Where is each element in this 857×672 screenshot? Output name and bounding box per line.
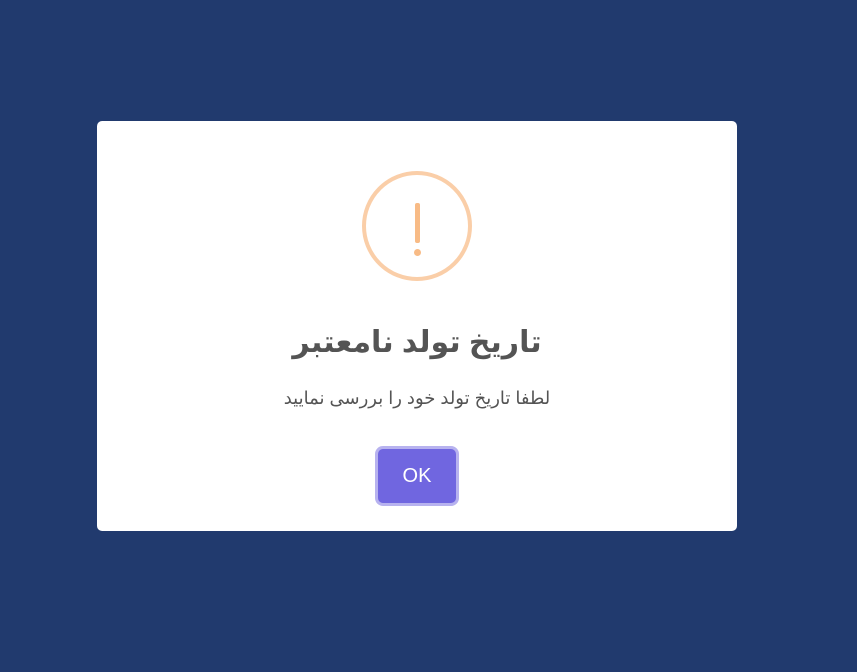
warning-exclamation-icon — [362, 171, 472, 281]
exclamation-bar — [414, 203, 420, 243]
exclamation-dot — [413, 249, 421, 256]
dialog-message: لطفا تاریخ تولد خود را بررسی نمایید — [283, 388, 551, 408]
dialog-title: تاریخ تولد نامعتبر — [292, 326, 542, 359]
alert-dialog: تاریخ تولد نامعتبر لطفا تاریخ تولد خود ر… — [97, 121, 737, 531]
ok-button[interactable]: OK — [378, 449, 456, 503]
